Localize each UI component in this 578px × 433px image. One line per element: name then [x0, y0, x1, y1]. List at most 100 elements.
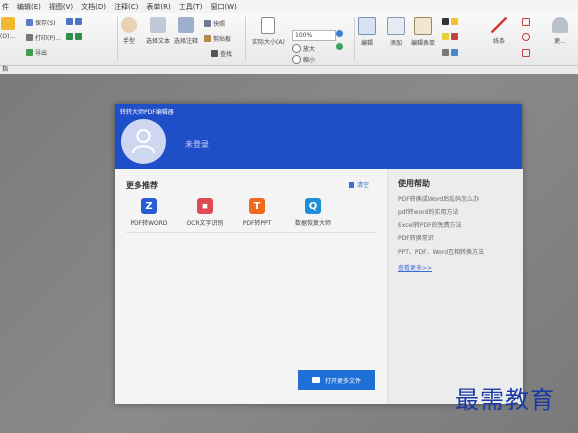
polygon-tool-button[interactable]	[522, 49, 532, 57]
help-title: 使用帮助	[398, 179, 430, 188]
add-button[interactable]: 添加	[387, 17, 405, 47]
print-icon	[26, 34, 33, 41]
ellipse-icon	[522, 33, 530, 41]
zoom-select[interactable]: 100%	[292, 30, 336, 41]
more-button[interactable]: 更...	[552, 17, 568, 45]
user-icon	[132, 129, 155, 154]
select-annotation-icon	[178, 17, 194, 33]
rectangle-icon	[522, 18, 530, 26]
redo-icon	[75, 18, 82, 25]
select-text-button[interactable]: 选择文本	[146, 17, 170, 45]
magnifier-icon	[336, 30, 343, 37]
stamp-icon	[451, 33, 458, 40]
tool-pdf-to-word[interactable]: Z PDF转WORD	[119, 198, 179, 227]
undo-group[interactable]	[66, 18, 84, 25]
text-tool-icon	[442, 18, 449, 25]
menu-document[interactable]: 文档(D)	[81, 2, 106, 12]
rotate-icon	[336, 43, 343, 50]
menu-edit[interactable]: 编辑(E)	[17, 2, 41, 12]
edit-form-button[interactable]: 编辑表单	[411, 17, 435, 47]
rotate-button[interactable]	[336, 43, 345, 50]
recommend-panel: 更多推荐 清空 Z PDF转WORD ◼ OCR文字识别 T PDF转PPT Q…	[115, 169, 387, 404]
open-more-files-button[interactable]: 打开更多文件	[298, 370, 375, 390]
find-button[interactable]: 查找	[211, 49, 232, 58]
separator	[354, 17, 355, 61]
side-tab: 指	[0, 66, 578, 74]
pdf-to-ppt-icon: T	[249, 198, 265, 214]
clipboard-icon	[204, 35, 211, 42]
zoom-in-button[interactable]: 放大	[292, 44, 315, 53]
help-more-link[interactable]: 查看更多>>	[398, 263, 432, 272]
polygon-icon	[522, 49, 530, 57]
ellipse-tool-button[interactable]	[522, 33, 532, 41]
line-icon	[491, 17, 507, 33]
paperclip-icon	[442, 49, 449, 56]
print-button[interactable]: 打印(P)...	[26, 33, 61, 42]
tool-ocr[interactable]: ◼ OCR文字识别	[175, 198, 235, 227]
menu-bar: 件 编辑(E) 视图(V) 文档(D) 注释(C) 表单(R) 工具(T) 窗口…	[0, 0, 578, 14]
clipboard-button[interactable]: 剪贴板	[204, 34, 231, 43]
export-button[interactable]: 导出	[26, 48, 47, 57]
menu-tools[interactable]: 工具(T)	[179, 2, 203, 12]
help-link[interactable]: pdf转word的实用方法	[398, 207, 458, 216]
nav-group[interactable]	[66, 33, 84, 40]
arrow-right-icon	[75, 33, 82, 40]
select-annotation-button[interactable]: 选择注释	[174, 17, 198, 45]
highlight-button[interactable]	[442, 33, 460, 40]
attach-button[interactable]	[442, 49, 460, 56]
binoculars-icon	[211, 50, 218, 57]
menu-window[interactable]: 窗口(W)	[210, 2, 236, 12]
ocr-icon: ◼	[197, 198, 213, 214]
tool-data-recovery[interactable]: Q 数据恢复大师	[283, 198, 343, 227]
edit-icon	[358, 17, 376, 35]
menu-form[interactable]: 表单(R)	[146, 2, 170, 12]
arrow-left-icon	[66, 33, 73, 40]
help-link[interactable]: PDF转换成Word后乱码怎么办	[398, 194, 479, 203]
separator	[117, 17, 118, 61]
note-icon	[451, 18, 458, 25]
pdf-to-word-icon: Z	[141, 198, 157, 214]
login-status[interactable]: 未登录	[185, 139, 209, 150]
save-button[interactable]: 保存(S)	[26, 18, 56, 27]
open-button[interactable]: (O)...	[0, 17, 15, 40]
form-icon	[414, 17, 432, 35]
avatar[interactable]	[121, 119, 166, 164]
undo-icon	[66, 18, 73, 25]
zoom-in-icon	[292, 44, 301, 53]
text-annotation-button[interactable]	[442, 18, 460, 25]
tool-pdf-to-ppt[interactable]: T PDF转PPT	[227, 198, 287, 227]
add-page-icon	[387, 17, 405, 35]
zoom-out-button[interactable]: 缩小	[292, 55, 315, 64]
actual-size-button[interactable]: 实际大小(A)	[252, 17, 285, 46]
trash-icon	[349, 181, 354, 188]
text-cursor-icon	[150, 17, 166, 33]
clear-button[interactable]: 清空	[349, 180, 369, 189]
edit-button[interactable]: 编辑	[358, 17, 376, 47]
data-recovery-icon: Q	[305, 198, 321, 214]
help-link[interactable]: PDF转换常识	[398, 233, 434, 242]
section-title: 更多推荐	[126, 181, 158, 190]
menu-comment[interactable]: 注释(C)	[114, 2, 138, 12]
watermark-logo: 最需教育	[455, 386, 555, 414]
help-link[interactable]: PPT、PDF、Word互相转换方法	[398, 247, 484, 256]
menu-view[interactable]: 视图(V)	[49, 2, 73, 12]
toolbar: (O)... 保存(S) 打印(P)... 导出 手型 选择文本 选择注释 快照…	[0, 13, 578, 66]
menu-file[interactable]: 件	[2, 2, 9, 12]
help-panel: 使用帮助 PDF转换成Word后乱码怎么办 pdf转word的实用方法 Exce…	[387, 169, 523, 404]
separator	[245, 17, 246, 61]
highlight-icon	[442, 33, 449, 40]
rectangle-tool-button[interactable]	[522, 18, 532, 26]
help-link[interactable]: Excel转PDF的免费方法	[398, 220, 462, 229]
zoom-dropdown-button[interactable]	[336, 30, 345, 37]
page-icon	[261, 17, 276, 34]
line-tool-button[interactable]: 线条	[491, 17, 507, 45]
zoom-out-icon	[292, 55, 301, 64]
camera-icon	[204, 20, 211, 27]
divider	[126, 232, 376, 233]
user-icon	[552, 17, 568, 33]
export-icon	[26, 49, 33, 56]
snapshot-button[interactable]: 快照	[204, 19, 225, 28]
hand-tool-button[interactable]: 手型	[121, 17, 137, 45]
audio-icon	[451, 49, 458, 56]
dialog-header: 转转大师PDF编辑器 未登录	[115, 104, 522, 169]
